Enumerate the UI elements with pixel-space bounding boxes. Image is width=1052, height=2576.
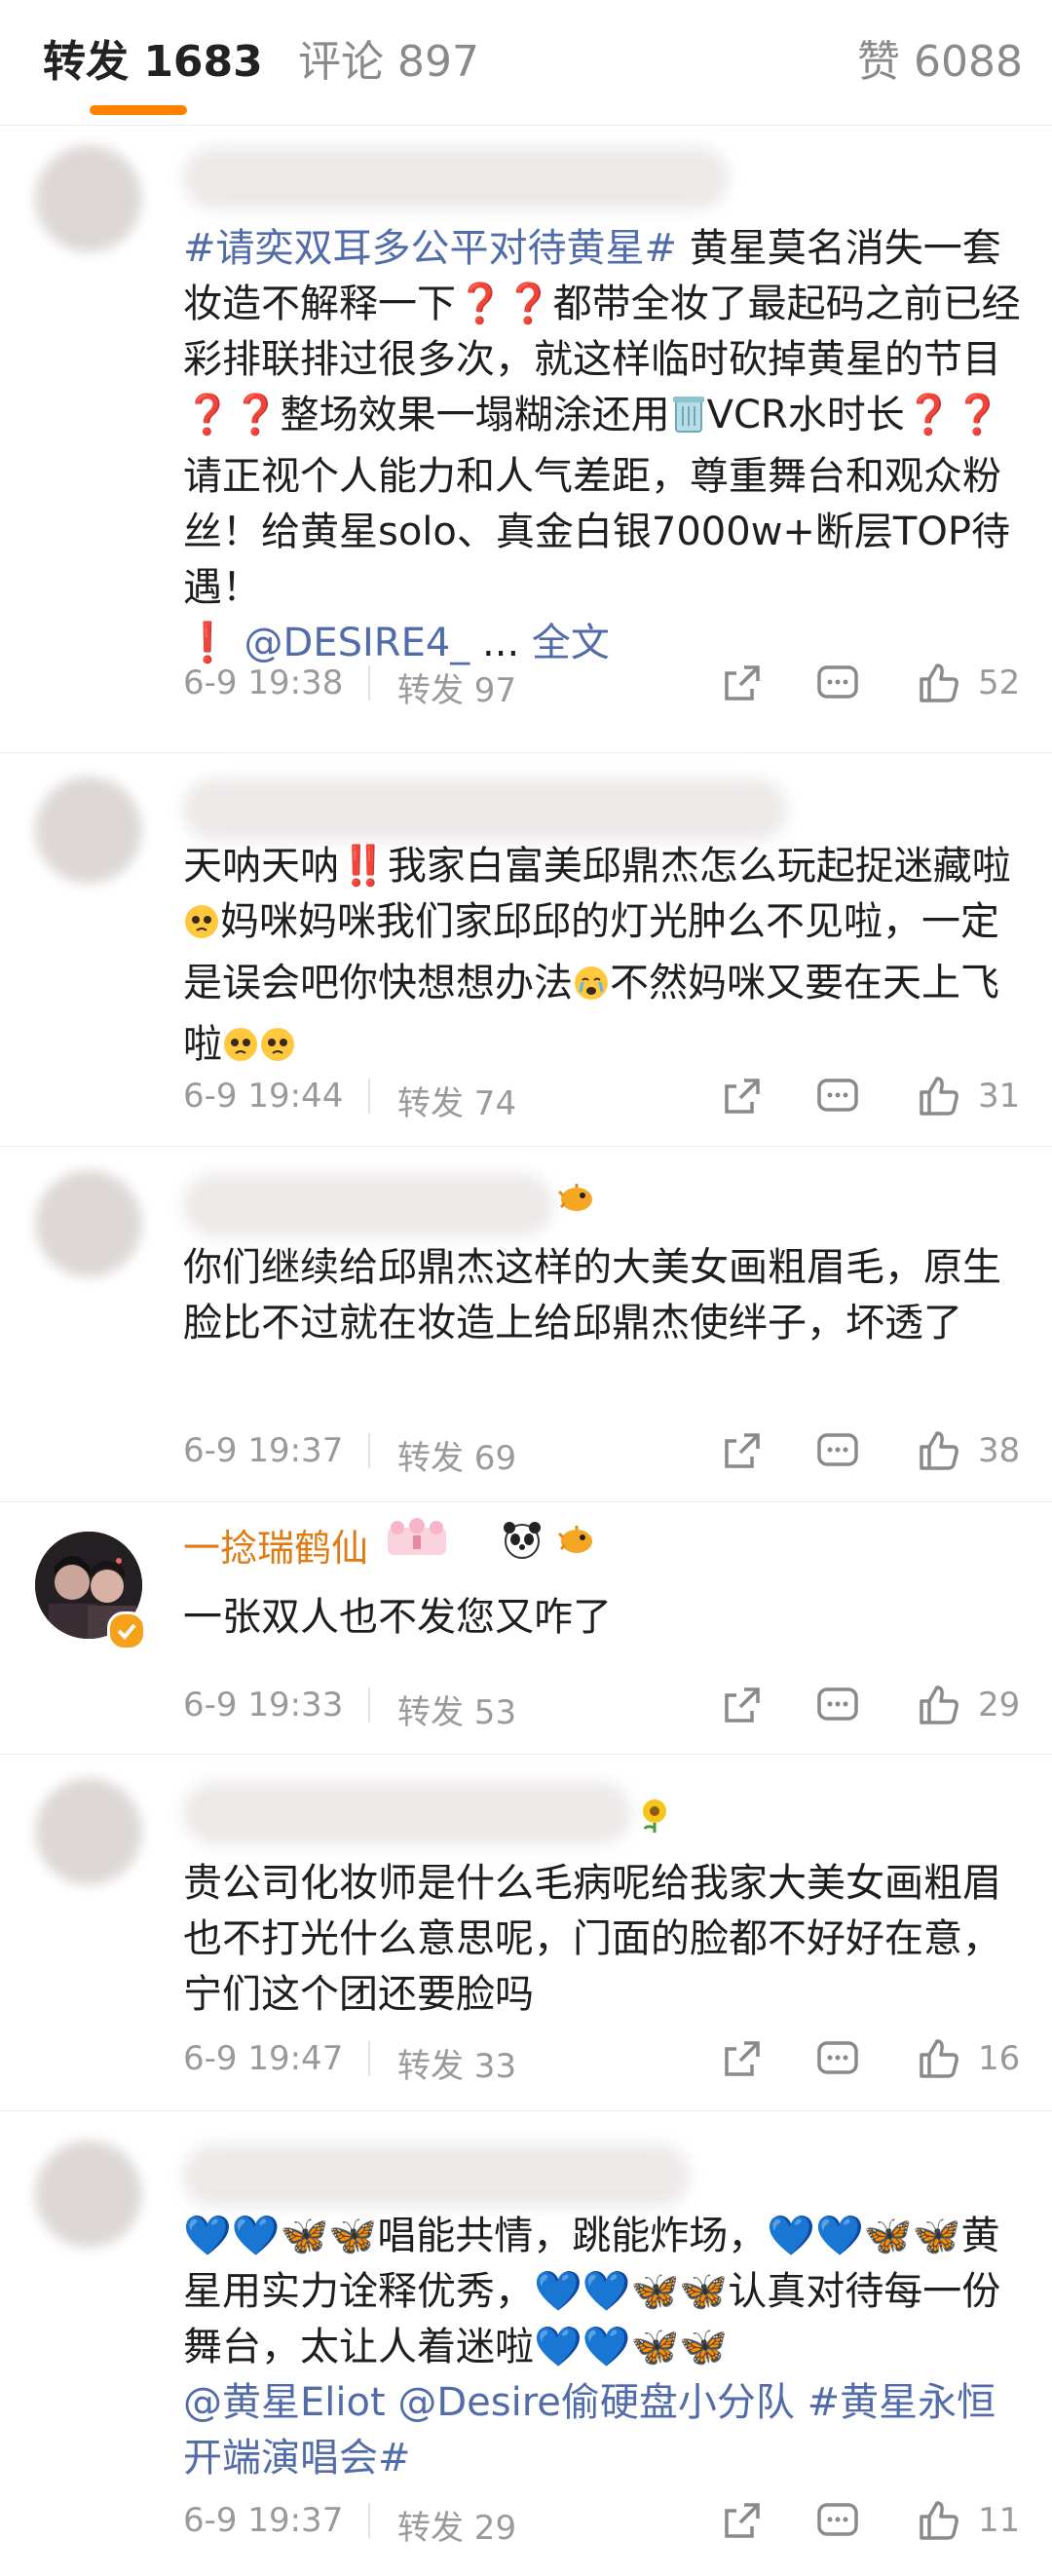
like-icon[interactable] xyxy=(916,1682,962,1728)
avatar[interactable] xyxy=(35,145,142,252)
comment-text: 你们继续给邱鼎杰这样的大美女画粗眉毛，原生脸比不过就在妆造上给邱鼎杰使绊子，坏透… xyxy=(183,1245,1001,1345)
comment-icon[interactable] xyxy=(814,2497,861,2544)
mention-link[interactable]: @Desire偷硬盘小分队 xyxy=(397,2380,795,2425)
list-item: 贵公司化妆师是什么毛病呢给我家大美女画粗眉也不打光什么意思呢，门面的脸都不好好在… xyxy=(0,1755,1052,2111)
repost-count[interactable]: 转发 29 xyxy=(397,2501,516,2549)
pufferfish-badge-icon xyxy=(555,1522,598,1561)
like-icon[interactable] xyxy=(916,2035,962,2082)
like-icon[interactable] xyxy=(916,1073,962,1119)
divider xyxy=(368,2041,370,2076)
comment-text: 天呐天呐‼️我家白富美邱鼎杰怎么玩起捉迷藏啦妈咪妈咪我们家邱邱的灯光肿么不见啦，… xyxy=(183,839,1021,1079)
pink-cake-badge-icon xyxy=(384,1518,450,1565)
like-count: 31 xyxy=(978,1077,1021,1116)
double-exclamation-emoji: ‼️ xyxy=(339,844,388,889)
comment-meta: 6-9 19:47 转发 33 16 xyxy=(183,2029,1033,2088)
divider xyxy=(368,1079,370,1114)
username[interactable]: 一捻瑞鹤仙 xyxy=(183,1518,368,1572)
comment-meta: 6-9 19:33 转发 53 29 xyxy=(183,1676,1033,1734)
tab-repost[interactable]: 转发 1683 xyxy=(43,35,263,90)
like-count: 29 xyxy=(978,1686,1021,1724)
sunflower-badge-icon xyxy=(635,1796,674,1838)
divider xyxy=(368,1687,370,1723)
repost-count[interactable]: 转发 69 xyxy=(397,1431,516,1479)
like-count: 52 xyxy=(978,663,1021,702)
tab-like[interactable]: 赞 6088 xyxy=(857,35,1023,90)
like-count: 16 xyxy=(978,2039,1021,2078)
tab-bar: 转发 1683 评论 897 赞 6088 xyxy=(0,0,1052,126)
share-icon[interactable] xyxy=(719,1682,766,1728)
list-item: 一捻瑞鹤仙 一张双人也不发您又咋了 6-9 19:33 转发 53 29 xyxy=(0,1502,1052,1755)
comment-text: #请奕双耳多公平对待黄星# 黄星莫名消失一套妆造不解释一下❓❓都带全妆了最起码之… xyxy=(183,226,1021,665)
divider xyxy=(368,665,370,701)
comment-icon[interactable] xyxy=(814,660,861,706)
tab-comment[interactable]: 评论 897 xyxy=(298,35,479,90)
mention-link[interactable]: @黄星Eliot xyxy=(183,2380,386,2425)
comment-meta: 6-9 19:37 转发 29 11 xyxy=(183,2491,1033,2550)
pufferfish-badge-icon xyxy=(555,1180,598,1219)
comment-meta: 6-9 19:44 转发 74 31 xyxy=(183,1067,1033,1125)
like-icon[interactable] xyxy=(916,1427,962,1474)
share-icon[interactable] xyxy=(719,2497,766,2544)
like-icon[interactable] xyxy=(916,660,962,706)
repost-count[interactable]: 转发 97 xyxy=(397,663,516,711)
like-count: 11 xyxy=(978,2501,1021,2540)
username-blurred xyxy=(183,147,729,209)
comment-time: 6-9 19:38 xyxy=(183,663,344,702)
repost-count[interactable]: 转发 33 xyxy=(397,2039,516,2087)
repost-count[interactable]: 转发 74 xyxy=(397,1077,516,1124)
question-emoji: ❓❓ xyxy=(456,282,553,326)
comment-time: 6-9 19:33 xyxy=(183,1686,344,1724)
repost-count[interactable]: 转发 53 xyxy=(397,1686,516,1733)
share-icon[interactable] xyxy=(719,2035,766,2082)
comment-text: 贵公司化妆师是什么毛病呢给我家大美女画粗眉也不打光什么意思呢，门面的脸都不好好在… xyxy=(183,1861,1001,2017)
username-blurred xyxy=(183,1174,553,1236)
like-count: 38 xyxy=(978,1431,1021,1470)
crying-face-icon xyxy=(573,962,610,1017)
topic-link[interactable]: #请奕双耳多公平对待黄星# xyxy=(183,226,677,271)
divider xyxy=(368,1433,370,1468)
share-icon[interactable] xyxy=(719,1427,766,1474)
comment-text: 一张双人也不发您又咋了 xyxy=(183,1595,612,1640)
panda-badge-icon xyxy=(501,1518,544,1565)
share-icon[interactable] xyxy=(719,1073,766,1119)
comment-meta: 6-9 19:37 转发 69 38 xyxy=(183,1421,1033,1480)
comment-icon[interactable] xyxy=(814,2035,861,2082)
comment-icon[interactable] xyxy=(814,1682,861,1728)
avatar[interactable] xyxy=(35,777,142,884)
active-tab-indicator xyxy=(90,105,187,115)
divider xyxy=(368,2503,370,2538)
comment-icon[interactable] xyxy=(814,1073,861,1119)
blue-heart-emoji: 💙💙 xyxy=(183,2214,281,2258)
list-item: 💙💙🦋🦋唱能共情，跳能炸场，💙💙🦋🦋黄星用实力诠释优秀，💙💙🦋🦋认真对待每一份舞… xyxy=(0,2111,1052,2576)
avatar[interactable] xyxy=(35,1170,142,1277)
comment-time: 6-9 19:37 xyxy=(183,1431,344,1470)
comment-time: 6-9 19:47 xyxy=(183,2039,344,2078)
list-item: 你们继续给邱鼎杰这样的大美女画粗眉毛，原生脸比不过就在妆造上给邱鼎杰使绊子，坏透… xyxy=(0,1147,1052,1502)
avatar[interactable] xyxy=(35,1778,142,1885)
verified-badge-icon xyxy=(107,1611,146,1650)
share-icon[interactable] xyxy=(719,660,766,706)
username-blurred xyxy=(183,1782,631,1844)
list-item: 天呐天呐‼️我家白富美邱鼎杰怎么玩起捉迷藏啦妈咪妈咪我们家邱邱的灯光肿么不见啦，… xyxy=(0,753,1052,1147)
butterfly-emoji: 🦋🦋 xyxy=(280,2214,378,2258)
username-blurred xyxy=(183,778,787,841)
comment-meta: 6-9 19:38 转发 97 52 xyxy=(183,654,1033,712)
comment-time: 6-9 19:44 xyxy=(183,1077,344,1116)
avatar[interactable] xyxy=(35,2140,142,2248)
trash-can-icon xyxy=(670,393,707,449)
list-item: #请奕双耳多公平对待黄星# 黄星莫名消失一套妆造不解释一下❓❓都带全妆了最起码之… xyxy=(0,126,1052,753)
comment-text: 💙💙🦋🦋唱能共情，跳能炸场，💙💙🦋🦋黄星用实力诠释优秀，💙💙🦋🦋认真对待每一份舞… xyxy=(183,2214,1001,2481)
comment-time: 6-9 19:37 xyxy=(183,2501,344,2540)
comment-icon[interactable] xyxy=(814,1427,861,1474)
username-blurred xyxy=(183,2144,690,2207)
pleading-face-icon xyxy=(183,900,220,956)
like-icon[interactable] xyxy=(916,2497,962,2544)
